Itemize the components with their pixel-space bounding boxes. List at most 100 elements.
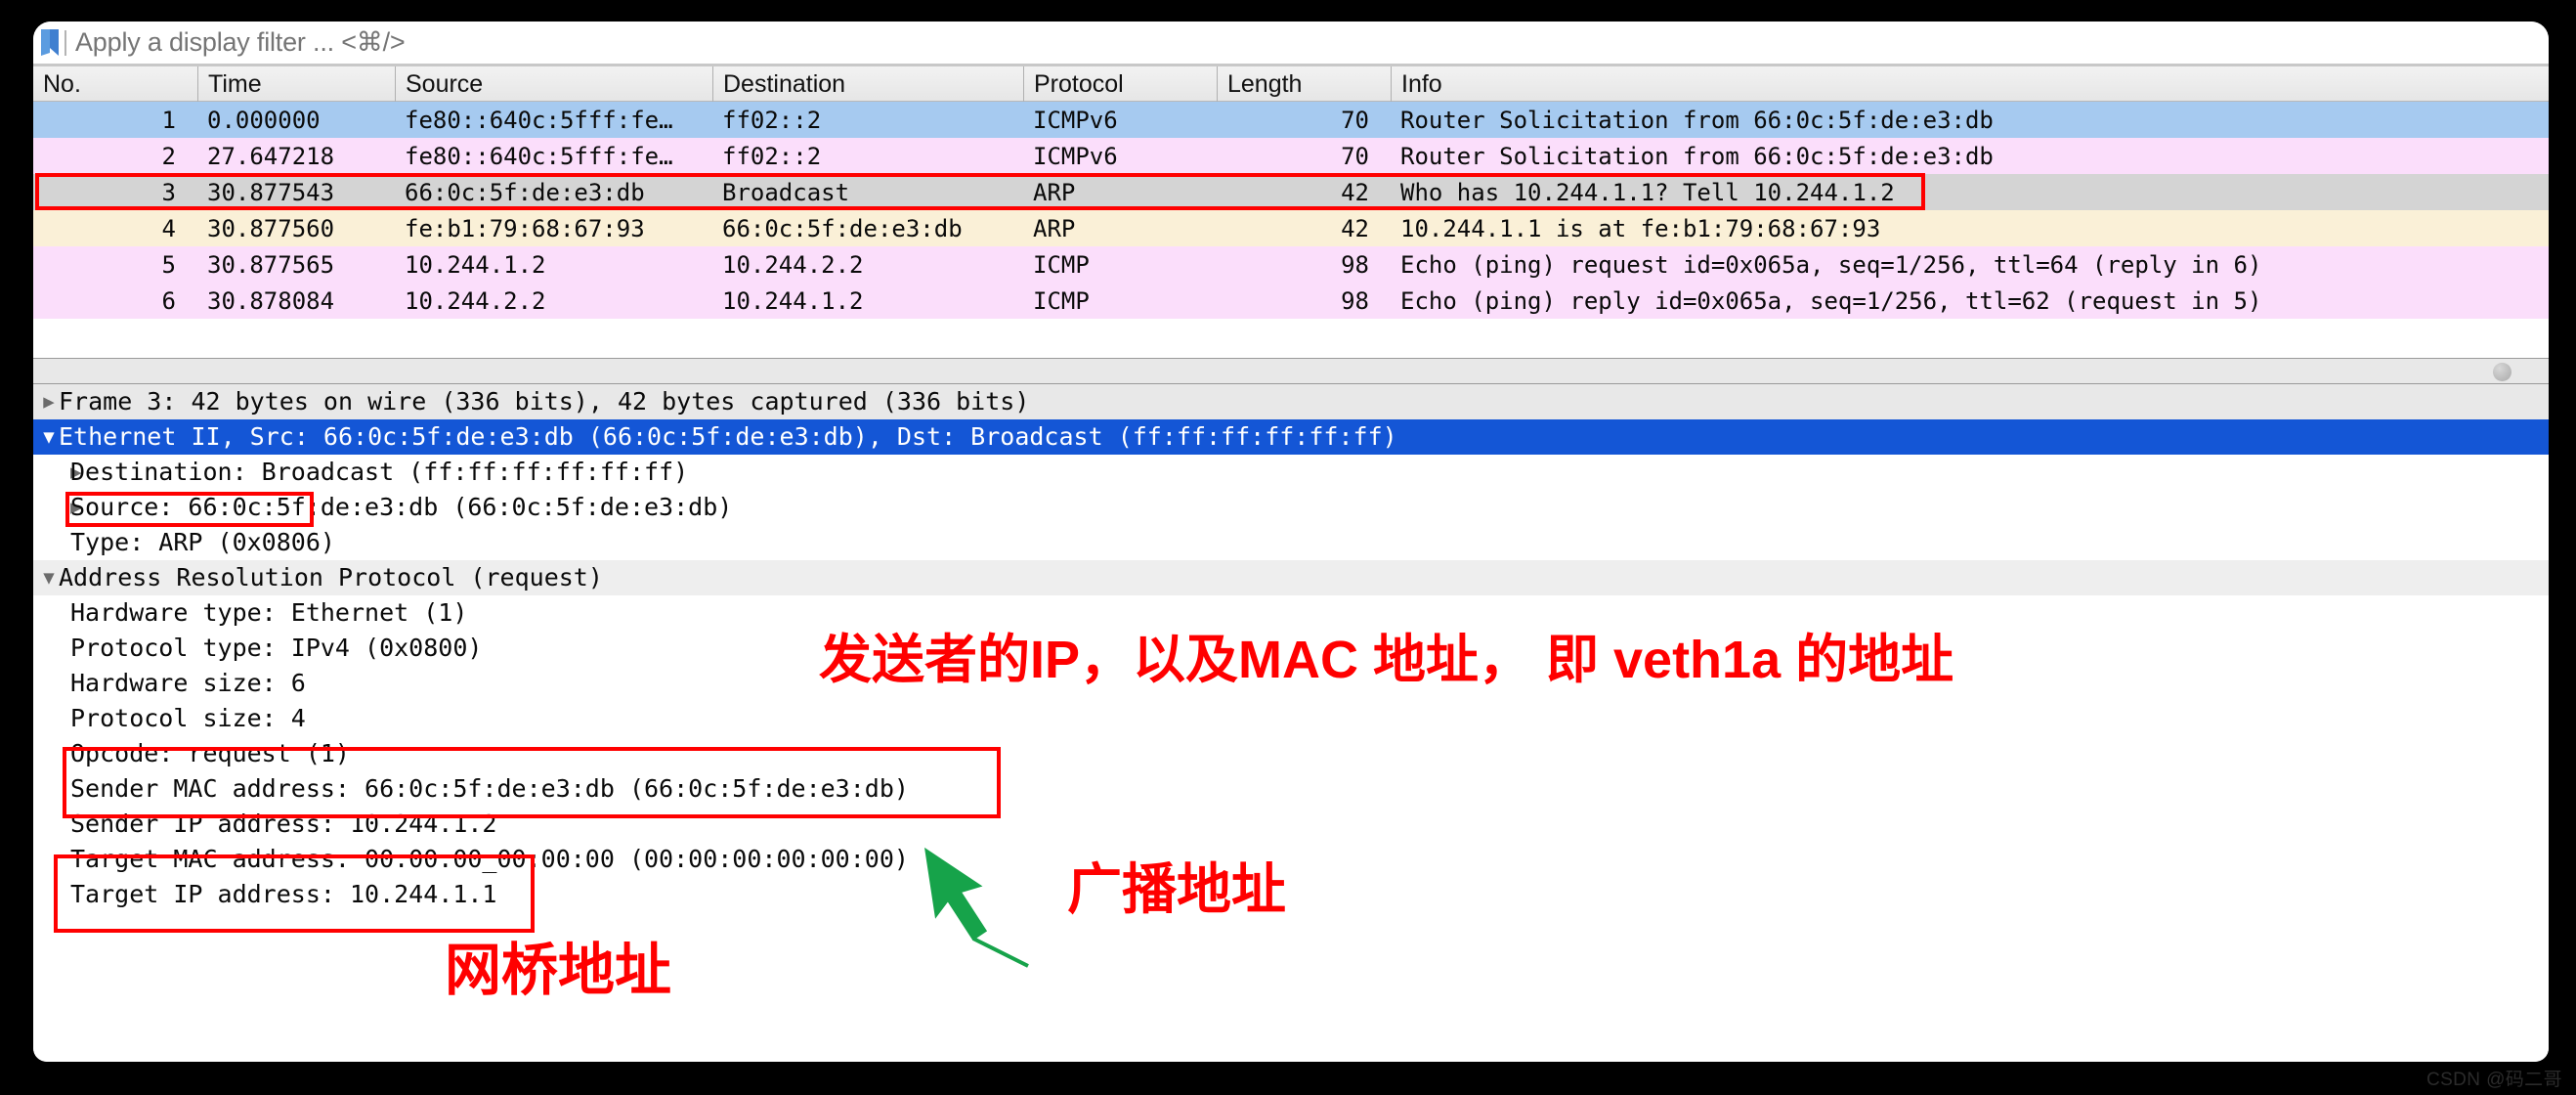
cell-protocol: ARP bbox=[1033, 214, 1076, 242]
cell-info: Who has 10.244.1.1? Tell 10.244.1.2 bbox=[1400, 178, 1895, 206]
expand-arrow-icon[interactable]: ▶ bbox=[33, 455, 81, 490]
annotation-sender-address: 发送者的IP，以及MAC 地址， 即 veth1a 的地址 bbox=[819, 631, 1954, 689]
annotation-broadcast-address: 广播地址 bbox=[1067, 858, 1286, 920]
cell-time: 30.877560 bbox=[207, 214, 335, 242]
table-row[interactable]: 5 30.877565 10.244.1.2 10.244.2.2 ICMP 9… bbox=[33, 246, 2549, 283]
table-row[interactable]: 6 30.878084 10.244.2.2 10.244.1.2 ICMP 9… bbox=[33, 283, 2549, 319]
wireshark-window: No. Time Source Destination Protocol Len… bbox=[33, 22, 2549, 1062]
expand-arrow-icon[interactable]: ▶ bbox=[33, 384, 59, 419]
table-row[interactable]: 2 27.647218 fe80::640c:5fff:fe… ff02::2 … bbox=[33, 138, 2549, 174]
cell-destination: 66:0c:5f:de:e3:db bbox=[722, 214, 963, 242]
column-header-source[interactable]: Source bbox=[395, 66, 712, 102]
cell-length: 70 bbox=[1341, 142, 1369, 170]
column-header-destination[interactable]: Destination bbox=[712, 66, 1023, 102]
detail-row-label: Frame 3: 42 bytes on wire (336 bits), 42… bbox=[59, 387, 1030, 416]
detail-row-frame[interactable]: ▶ Frame 3: 42 bytes on wire (336 bits), … bbox=[33, 384, 2549, 419]
cell-length: 42 bbox=[1341, 178, 1369, 206]
cell-source: 66:0c:5f:de:e3:db bbox=[405, 178, 645, 206]
display-filter-input[interactable] bbox=[75, 22, 2549, 63]
green-arrow-icon bbox=[924, 847, 1029, 968]
display-filter-bar bbox=[33, 22, 2549, 64]
cell-time: 0.000000 bbox=[207, 106, 321, 134]
detail-row-label: Target MAC address: 00:00:00_00:00:00 (0… bbox=[70, 845, 909, 873]
cell-no: 3 bbox=[161, 178, 176, 206]
watermark: CSDN @码二哥 bbox=[2426, 1070, 2562, 1090]
cell-no: 4 bbox=[161, 214, 176, 242]
detail-row-sender-ip[interactable]: Sender IP address: 10.244.1.2 bbox=[33, 807, 2549, 842]
detail-row-label: Hardware size: 6 bbox=[70, 669, 306, 697]
detail-row-eth-destination[interactable]: ▶ Destination: Broadcast (ff:ff:ff:ff:ff… bbox=[33, 455, 2549, 490]
cell-length: 98 bbox=[1341, 250, 1369, 279]
column-header-info[interactable]: Info bbox=[1391, 66, 2514, 102]
cell-length: 98 bbox=[1341, 286, 1369, 315]
collapse-arrow-icon[interactable]: ▼ bbox=[33, 419, 59, 455]
cell-info: Router Solicitation from 66:0c:5f:de:e3:… bbox=[1400, 142, 1994, 170]
cell-protocol: ICMP bbox=[1033, 286, 1090, 315]
cell-source: fe:b1:79:68:67:93 bbox=[405, 214, 645, 242]
cell-protocol: ICMPv6 bbox=[1033, 142, 1118, 170]
annotation-bridge-address: 网桥地址 bbox=[445, 939, 672, 1002]
column-header-protocol[interactable]: Protocol bbox=[1023, 66, 1217, 102]
detail-row-sender-mac[interactable]: Sender MAC address: 66:0c:5f:de:e3:db (6… bbox=[33, 771, 2549, 807]
detail-row-eth-source[interactable]: ▶ Source: 66:0c:5f:de:e3:db (66:0c:5f:de… bbox=[33, 490, 2549, 525]
detail-row-ethernet[interactable]: ▼ Ethernet II, Src: 66:0c:5f:de:e3:db (6… bbox=[33, 419, 2549, 455]
cell-length: 42 bbox=[1341, 214, 1369, 242]
cell-destination: Broadcast bbox=[722, 178, 850, 206]
text-cursor bbox=[64, 29, 66, 56]
cell-source: fe80::640c:5fff:fe… bbox=[405, 142, 673, 170]
detail-row-arp[interactable]: ▼ Address Resolution Protocol (request) bbox=[33, 560, 2549, 595]
cell-no: 5 bbox=[161, 250, 176, 279]
cell-info: Echo (ping) request id=0x065a, seq=1/256… bbox=[1400, 250, 2262, 279]
cell-info: Router Solicitation from 66:0c:5f:de:e3:… bbox=[1400, 106, 1994, 134]
detail-row-label: Sender MAC address: 66:0c:5f:de:e3:db (6… bbox=[70, 774, 909, 803]
expand-arrow-icon[interactable]: ▶ bbox=[33, 490, 81, 525]
pane-divider[interactable] bbox=[33, 358, 2549, 384]
packet-details-pane[interactable]: ▶ Frame 3: 42 bytes on wire (336 bits), … bbox=[33, 384, 2549, 1062]
pane-resize-grip[interactable] bbox=[2493, 363, 2512, 381]
packet-list-pane[interactable]: No. Time Source Destination Protocol Len… bbox=[33, 64, 2549, 358]
cell-length: 70 bbox=[1341, 106, 1369, 134]
collapse-arrow-icon[interactable]: ▼ bbox=[33, 560, 59, 595]
cell-time: 30.877565 bbox=[207, 250, 335, 279]
cell-source: fe80::640c:5fff:fe… bbox=[405, 106, 673, 134]
detail-row-target-ip[interactable]: Target IP address: 10.244.1.1 bbox=[33, 877, 2549, 912]
column-header-length[interactable]: Length bbox=[1217, 66, 1391, 102]
cell-protocol: ARP bbox=[1033, 178, 1076, 206]
detail-row-label: Opcode: request (1) bbox=[70, 739, 350, 767]
detail-row-eth-type[interactable]: Type: ARP (0x0806) bbox=[33, 525, 2549, 560]
cell-info: Echo (ping) reply id=0x065a, seq=1/256, … bbox=[1400, 286, 2262, 315]
detail-row-label: Hardware type: Ethernet (1) bbox=[70, 598, 468, 627]
cell-protocol: ICMPv6 bbox=[1033, 106, 1118, 134]
cell-destination: ff02::2 bbox=[722, 106, 822, 134]
column-header-no[interactable]: No. bbox=[33, 66, 197, 102]
detail-row-label: Destination: Broadcast (ff:ff:ff:ff:ff:f… bbox=[70, 458, 689, 486]
cell-source: 10.244.2.2 bbox=[405, 286, 546, 315]
cell-no: 2 bbox=[161, 142, 176, 170]
detail-row-label: Sender IP address: 10.244.1.2 bbox=[70, 810, 497, 838]
detail-row-label: Protocol type: IPv4 (0x0800) bbox=[70, 634, 483, 662]
detail-row-label: Address Resolution Protocol (request) bbox=[59, 563, 603, 591]
cell-time: 30.878084 bbox=[207, 286, 335, 315]
detail-row-label: Source: 66:0c:5f:de:e3:db (66:0c:5f:de:e… bbox=[70, 493, 733, 521]
table-row[interactable]: 3 30.877543 66:0c:5f:de:e3:db Broadcast … bbox=[33, 174, 2549, 210]
table-row[interactable]: 1 0.000000 fe80::640c:5fff:fe… ff02::2 I… bbox=[33, 102, 2549, 138]
cell-destination: 10.244.2.2 bbox=[722, 250, 864, 279]
detail-row-target-mac[interactable]: Target MAC address: 00:00:00_00:00:00 (0… bbox=[33, 842, 2549, 877]
cell-destination: ff02::2 bbox=[722, 142, 822, 170]
cell-info: 10.244.1.1 is at fe:b1:79:68:67:93 bbox=[1400, 214, 1881, 242]
detail-row-label: Protocol size: 4 bbox=[70, 704, 306, 732]
detail-row-label: Target IP address: 10.244.1.1 bbox=[70, 880, 497, 908]
cell-no: 6 bbox=[161, 286, 176, 315]
detail-row-label: Type: ARP (0x0806) bbox=[70, 528, 335, 556]
cell-source: 10.244.1.2 bbox=[405, 250, 546, 279]
cell-time: 30.877543 bbox=[207, 178, 335, 206]
table-row[interactable]: 4 30.877560 fe:b1:79:68:67:93 66:0c:5f:d… bbox=[33, 210, 2549, 246]
detail-row-label: Ethernet II, Src: 66:0c:5f:de:e3:db (66:… bbox=[59, 422, 1397, 451]
cell-no: 1 bbox=[161, 106, 176, 134]
detail-row-protocol-size[interactable]: Protocol size: 4 bbox=[33, 701, 2549, 736]
detail-row-opcode[interactable]: Opcode: request (1) bbox=[33, 736, 2549, 771]
column-header-time[interactable]: Time bbox=[197, 66, 395, 102]
bookmark-icon[interactable] bbox=[39, 22, 64, 64]
cell-time: 27.647218 bbox=[207, 142, 335, 170]
cell-protocol: ICMP bbox=[1033, 250, 1090, 279]
